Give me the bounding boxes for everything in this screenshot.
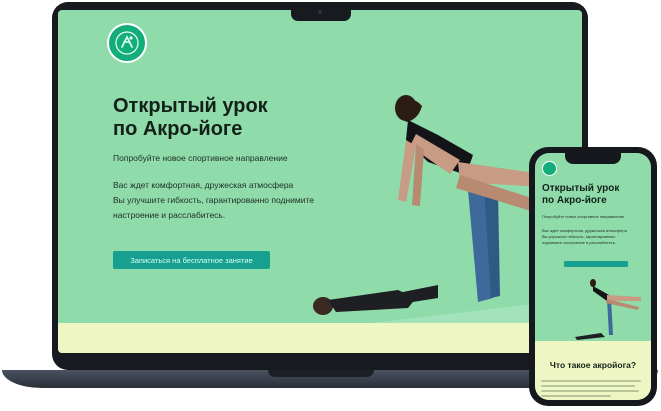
- phone-notch: [565, 152, 621, 164]
- phone-hero-text-line-3: поднимите настроение и расслабитесь.: [542, 240, 616, 245]
- laptop-base-groove: [268, 370, 374, 377]
- hero-text-line-2: Вы улучшите гибкость, гарантированно под…: [113, 195, 315, 205]
- text-placeholder-line: [541, 390, 639, 392]
- hero-text-line-1: Вас ждет комфортная, дружеская атмосфера: [113, 180, 294, 190]
- hero-subtitle: Попробуйте новое спортивное направление: [113, 153, 288, 163]
- text-placeholder-line: [541, 385, 635, 387]
- phone-signup-button[interactable]: [564, 261, 628, 267]
- footer-strip: [58, 323, 582, 353]
- text-placeholder-line: [541, 395, 611, 397]
- signup-button[interactable]: Записаться на бесплатное занятие: [113, 251, 270, 269]
- logo-icon[interactable]: [542, 161, 557, 176]
- phone-acroyoga-photo: [575, 279, 641, 340]
- phone-title-line-2: по Акро-йоге: [542, 195, 607, 206]
- phone-page-title: Открытый урок по Акро-йоге: [542, 183, 646, 207]
- logo-icon[interactable]: [107, 23, 147, 63]
- phone-screen: Открытый урок по Акро-йоге Попробуйте но…: [535, 153, 651, 400]
- title-line-2: по Акро-йоге: [113, 118, 243, 140]
- laptop-camera: [318, 10, 322, 14]
- hero-text-line-3: настроение и расслабитесь.: [113, 210, 226, 220]
- phone-title-line-1: Открытый урок: [542, 183, 620, 194]
- phone-hero-text-line-1: Вас ждет комфортная, дружеская атмосфера: [542, 228, 627, 233]
- section-title: Что такое акройога?: [549, 360, 637, 370]
- phone-hero-subtitle: Попробуйте новое спортивное направление: [542, 214, 625, 219]
- title-line-1: Открытый урок: [113, 95, 268, 117]
- phone-hero-text-line-2: Вы улучшите гибкость, гарантированно: [542, 234, 616, 239]
- laptop-screen: Открытый урок по Акро-йоге Попробуйте но…: [58, 10, 582, 353]
- text-placeholder-line: [541, 380, 641, 382]
